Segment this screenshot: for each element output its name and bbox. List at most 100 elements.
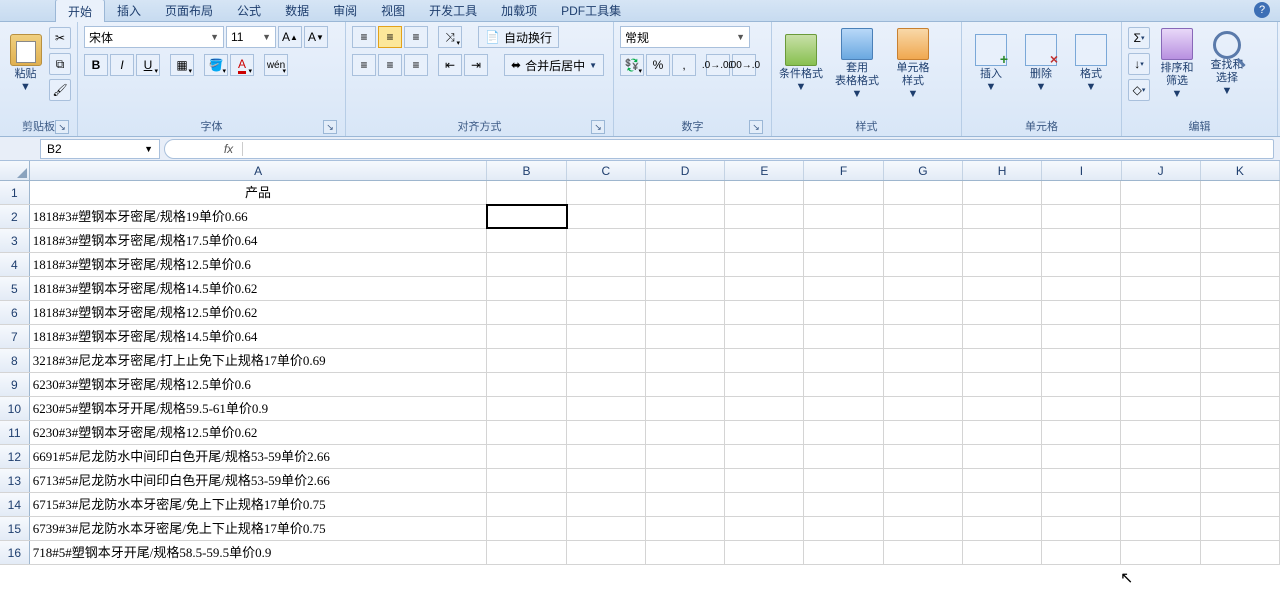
col-header-G[interactable]: G (884, 161, 963, 180)
format-as-table-button[interactable]: 套用 表格格式▼ (828, 26, 886, 102)
cell-D11[interactable] (646, 421, 725, 444)
cell-G15[interactable] (884, 517, 963, 540)
cell-A12[interactable]: 6691#5#尼龙防水中间印白色开尾/规格53-59单价2.66 (30, 445, 488, 468)
cell-C3[interactable] (567, 229, 646, 252)
cell-G4[interactable] (884, 253, 963, 276)
cell-I15[interactable] (1042, 517, 1121, 540)
cell-I3[interactable] (1042, 229, 1121, 252)
cell-A8[interactable]: 3218#3#尼龙本牙密尾/打上止免下止规格17单价0.69 (30, 349, 488, 372)
cell-G1[interactable] (884, 181, 963, 204)
cell-B2[interactable] (487, 205, 566, 228)
cell-B10[interactable] (487, 397, 566, 420)
cell-C5[interactable] (567, 277, 646, 300)
cell-F4[interactable] (804, 253, 883, 276)
cell-A4[interactable]: 1818#3#塑钢本牙密尾/规格12.5单价0.6 (30, 253, 488, 276)
sort-filter-button[interactable]: 排序和 筛选▼ (1154, 26, 1200, 102)
cell-D1[interactable] (646, 181, 725, 204)
cell-I8[interactable] (1042, 349, 1121, 372)
cell-K2[interactable] (1201, 205, 1280, 228)
comma-format-button[interactable]: , (672, 54, 696, 76)
percent-format-button[interactable]: % (646, 54, 670, 76)
cell-C1[interactable] (567, 181, 646, 204)
dialog-launcher-icon[interactable]: ↘ (323, 120, 337, 134)
row-header[interactable]: 4 (0, 253, 30, 276)
cell-B8[interactable] (487, 349, 566, 372)
cell-C10[interactable] (567, 397, 646, 420)
cell-A7[interactable]: 1818#3#塑钢本牙密尾/规格14.5单价0.64 (30, 325, 488, 348)
cell-D13[interactable] (646, 469, 725, 492)
dialog-launcher-icon[interactable]: ↘ (55, 120, 69, 134)
paste-button[interactable]: 粘贴 ▼ (6, 26, 45, 102)
cell-B7[interactable] (487, 325, 566, 348)
cell-D5[interactable] (646, 277, 725, 300)
font-name-combo[interactable]: 宋体▼ (84, 26, 224, 48)
cell-K16[interactable] (1201, 541, 1280, 564)
cell-A5[interactable]: 1818#3#塑钢本牙密尾/规格14.5单价0.62 (30, 277, 488, 300)
cell-E8[interactable] (725, 349, 804, 372)
cell-F13[interactable] (804, 469, 883, 492)
cell-E15[interactable] (725, 517, 804, 540)
cell-J5[interactable] (1121, 277, 1200, 300)
cell-H13[interactable] (963, 469, 1042, 492)
cell-B12[interactable] (487, 445, 566, 468)
cell-K15[interactable] (1201, 517, 1280, 540)
cell-D12[interactable] (646, 445, 725, 468)
col-header-E[interactable]: E (725, 161, 804, 180)
cell-H16[interactable] (963, 541, 1042, 564)
cell-D2[interactable] (646, 205, 725, 228)
conditional-format-button[interactable]: 条件格式▼ (778, 26, 824, 102)
cell-H9[interactable] (963, 373, 1042, 396)
cell-A3[interactable]: 1818#3#塑钢本牙密尾/规格17.5单价0.64 (30, 229, 488, 252)
cell-C11[interactable] (567, 421, 646, 444)
row-header[interactable]: 1 (0, 181, 30, 204)
cell-K11[interactable] (1201, 421, 1280, 444)
cell-K9[interactable] (1201, 373, 1280, 396)
tab-2[interactable]: 页面布局 (153, 0, 225, 22)
col-header-A[interactable]: A (30, 161, 488, 180)
tab-6[interactable]: 视图 (369, 0, 417, 22)
cell-E9[interactable] (725, 373, 804, 396)
cell-J2[interactable] (1121, 205, 1200, 228)
cell-E13[interactable] (725, 469, 804, 492)
cell-B1[interactable] (487, 181, 566, 204)
cell-E12[interactable] (725, 445, 804, 468)
cell-D7[interactable] (646, 325, 725, 348)
cell-K7[interactable] (1201, 325, 1280, 348)
row-header[interactable]: 2 (0, 205, 30, 228)
font-size-combo[interactable]: 11▼ (226, 26, 276, 48)
cell-J7[interactable] (1121, 325, 1200, 348)
row-header[interactable]: 5 (0, 277, 30, 300)
dialog-launcher-icon[interactable]: ↘ (749, 120, 763, 134)
row-header[interactable]: 11 (0, 421, 30, 444)
copy-button[interactable]: ⧉ (49, 53, 71, 75)
cell-J13[interactable] (1121, 469, 1200, 492)
cell-A14[interactable]: 6715#3#尼龙防水本牙密尾/免上下止规格17单价0.75 (30, 493, 488, 516)
cell-A6[interactable]: 1818#3#塑钢本牙密尾/规格12.5单价0.62 (30, 301, 488, 324)
cell-G2[interactable] (884, 205, 963, 228)
cell-I11[interactable] (1042, 421, 1121, 444)
tab-4[interactable]: 数据 (273, 0, 321, 22)
cell-F7[interactable] (804, 325, 883, 348)
autosum-button[interactable]: Σ▾ (1128, 27, 1150, 49)
cell-E7[interactable] (725, 325, 804, 348)
cell-D6[interactable] (646, 301, 725, 324)
cell-I13[interactable] (1042, 469, 1121, 492)
cell-C7[interactable] (567, 325, 646, 348)
cell-F2[interactable] (804, 205, 883, 228)
cell-K5[interactable] (1201, 277, 1280, 300)
cell-F5[interactable] (804, 277, 883, 300)
cell-G13[interactable] (884, 469, 963, 492)
cell-H6[interactable] (963, 301, 1042, 324)
increase-decimal-button[interactable]: .0→.00 (706, 54, 730, 76)
row-header[interactable]: 14 (0, 493, 30, 516)
cell-K3[interactable] (1201, 229, 1280, 252)
cell-E16[interactable] (725, 541, 804, 564)
cell-J3[interactable] (1121, 229, 1200, 252)
cell-B5[interactable] (487, 277, 566, 300)
col-header-I[interactable]: I (1042, 161, 1121, 180)
cell-I2[interactable] (1042, 205, 1121, 228)
cell-E2[interactable] (725, 205, 804, 228)
align-bottom-button[interactable]: ≡ (404, 26, 428, 48)
cell-K8[interactable] (1201, 349, 1280, 372)
cell-C4[interactable] (567, 253, 646, 276)
